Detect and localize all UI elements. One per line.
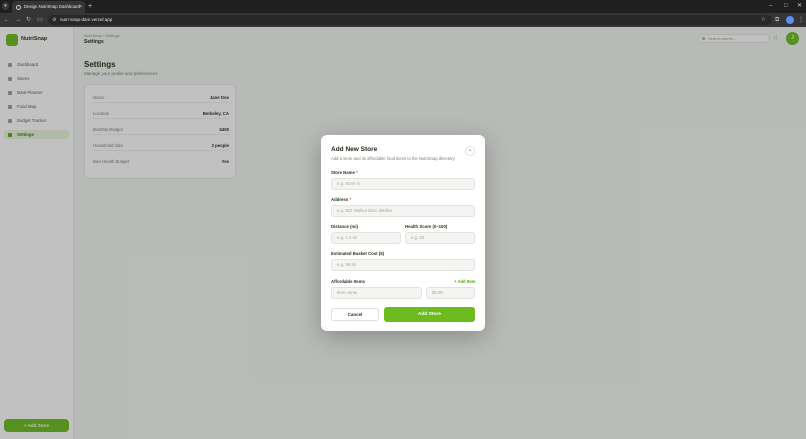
store-name-field[interactable]: e.g. Store X	[331, 178, 475, 190]
health-score-label: Health Score (0–100)	[405, 224, 448, 229]
browser-tab[interactable]: Design NutriSnap Dashboard ×	[12, 1, 85, 13]
reload-button[interactable]: ↻	[26, 13, 31, 27]
address-field[interactable]: e.g. 802 Walnut Blvd, Midline	[331, 205, 475, 217]
item-price-placeholder: $0.00	[432, 290, 443, 295]
item-price-field[interactable]: $0.00	[426, 287, 475, 299]
distance-field[interactable]: e.g. 1.2 mi	[331, 232, 401, 244]
basket-cost-label: Estimated Basket Cost ($)	[331, 251, 385, 256]
tab-search-icon[interactable]: ▾	[2, 2, 9, 10]
required-mark: *	[348, 197, 352, 202]
maximize-button[interactable]: □	[784, 0, 788, 12]
close-window-button[interactable]: ✕	[797, 0, 802, 12]
required-mark: *	[354, 170, 358, 175]
browser-toolbar: ← → ↻ ▭ ⚙ nutri-snap-dam.vercel.app ☆ ⧉ …	[0, 13, 806, 27]
store-name-placeholder: e.g. Store X	[337, 181, 360, 186]
tab-close-icon[interactable]: ×	[79, 1, 82, 13]
address-placeholder: e.g. 802 Walnut Blvd, Midline	[337, 208, 393, 213]
modal-title: Add New Store	[331, 146, 378, 153]
affordable-items-label: Affordable Items	[331, 279, 365, 284]
add-store-button[interactable]: Add Store	[384, 307, 475, 322]
extensions-icon[interactable]: ⧉	[775, 13, 779, 27]
basket-cost-placeholder: e.g. 38.50	[337, 262, 357, 267]
distance-placeholder: e.g. 1.2 mi	[337, 235, 358, 240]
address-bar[interactable]: ⚙ nutri-snap-dam.vercel.app ☆	[48, 15, 772, 25]
item-name-placeholder: Item name	[337, 290, 358, 295]
distance-label: Distance (mi)	[331, 224, 358, 229]
split-view-icon[interactable]: ▭	[37, 13, 43, 27]
add-item-button[interactable]: + Add Item	[454, 279, 475, 284]
add-store-modal: Add New Store Add a store and its afford…	[321, 135, 485, 331]
item-name-field[interactable]: Item name	[331, 287, 422, 299]
url-text: nutri-snap-dam.vercel.app	[60, 17, 113, 22]
bookmark-star-icon[interactable]: ☆	[761, 15, 766, 25]
close-icon[interactable]: ×	[465, 146, 475, 156]
cancel-button[interactable]: Cancel	[331, 308, 379, 321]
basket-cost-field[interactable]: e.g. 38.50	[331, 259, 475, 271]
new-tab-button[interactable]: +	[88, 1, 92, 12]
health-score-field[interactable]: e.g. 82	[405, 232, 475, 244]
forward-button[interactable]: →	[15, 13, 21, 27]
browser-tab-bar: ▾ Design NutriSnap Dashboard × + – □ ✕	[0, 0, 806, 13]
modal-subtitle: Add a store and its affordable food item…	[331, 156, 456, 161]
profile-avatar[interactable]	[786, 16, 794, 24]
minimize-button[interactable]: –	[769, 0, 772, 12]
store-name-label: Store Name *	[331, 170, 358, 175]
address-label: Address *	[331, 197, 352, 202]
health-score-placeholder: e.g. 82	[411, 235, 425, 240]
browser-menu-icon[interactable]: ⋮	[798, 13, 804, 27]
tab-favicon-icon	[16, 4, 21, 10]
site-info-icon[interactable]: ⚙	[52, 17, 57, 23]
tab-title: Design NutriSnap Dashboard	[24, 4, 80, 9]
back-button[interactable]: ←	[4, 13, 10, 27]
